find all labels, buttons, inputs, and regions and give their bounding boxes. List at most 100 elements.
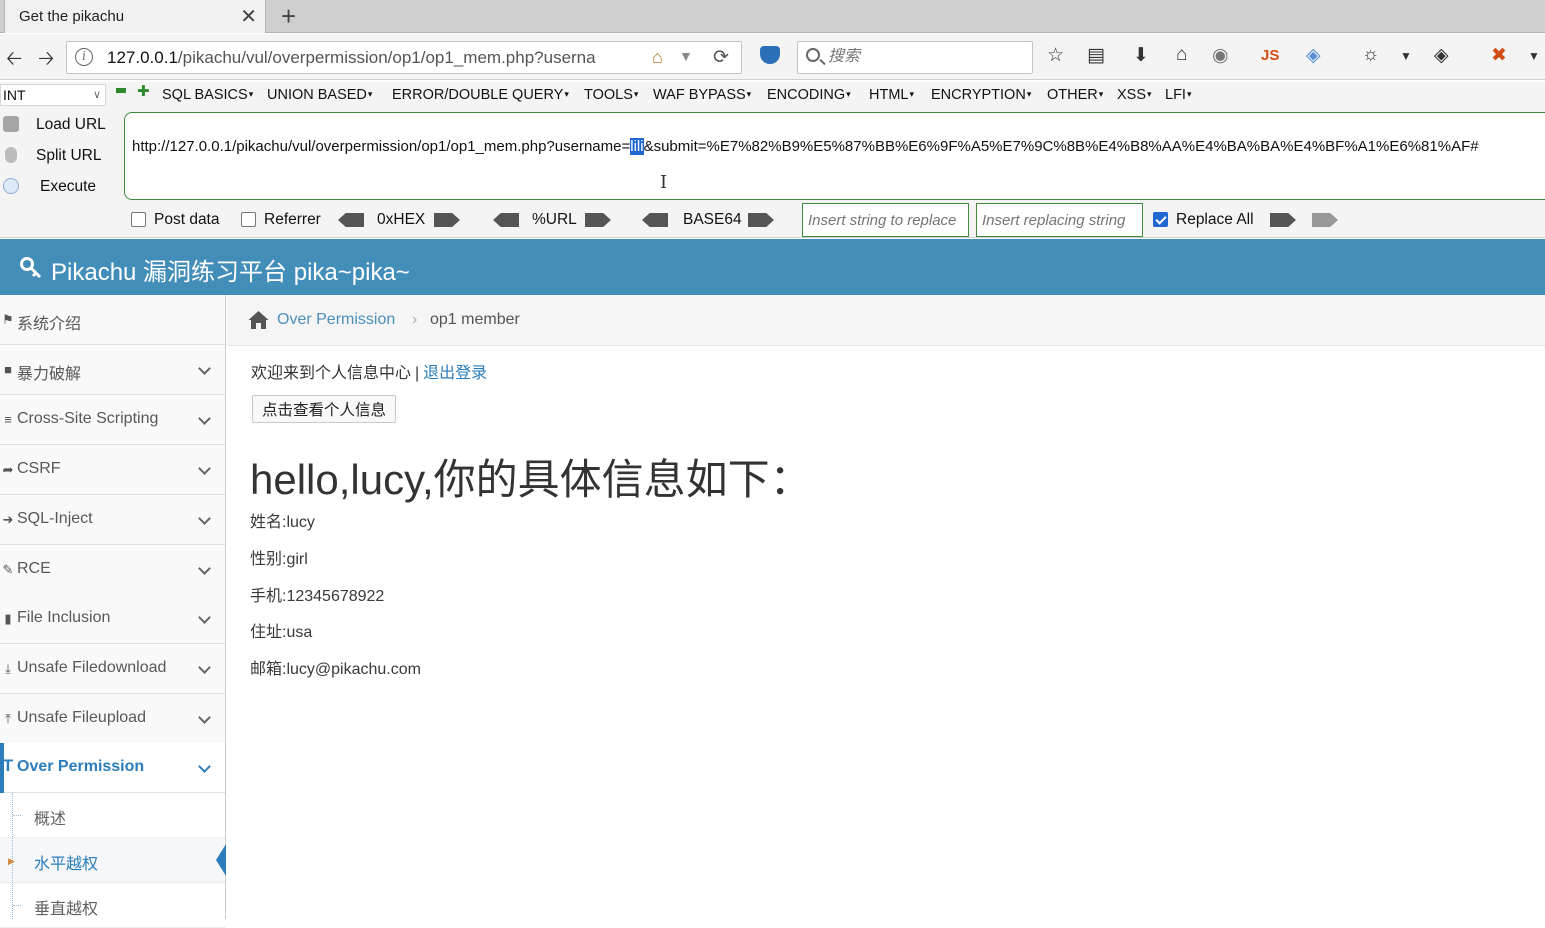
menu-xss[interactable]: XSS	[1117, 87, 1152, 103]
noscript-icon[interactable]: ✖	[1491, 44, 1507, 67]
share-icon: ➦	[2, 462, 14, 477]
info-gender: 性别:girl	[250, 551, 308, 568]
home-icon[interactable]	[248, 310, 269, 330]
view-profile-button[interactable]: 点击查看个人信息	[252, 395, 397, 423]
new-tab-button[interactable]: +	[281, 1, 296, 32]
breadcrumb-separator: ›	[412, 311, 418, 328]
overflow-menu-icon[interactable]: ▼	[1528, 49, 1540, 63]
execute-icon	[3, 178, 19, 194]
chevron-down-icon: ∨	[92, 89, 101, 101]
reload-icon[interactable]: ⟳	[713, 46, 729, 69]
menu-other[interactable]: OTHER	[1047, 87, 1103, 103]
menu-html[interactable]: HTML	[869, 87, 914, 103]
breadcrumb-link[interactable]: Over Permission	[277, 311, 395, 329]
sidebar-item-file-inclusion[interactable]: ▮ File Inclusion	[0, 594, 225, 644]
sidebar-subitem-horizontal[interactable]: 水平越权	[0, 838, 225, 883]
menu-lfi[interactable]: LFI	[1165, 87, 1191, 103]
url-dropdown-icon[interactable]: ▼	[679, 48, 693, 64]
execute-button[interactable]: Execute	[0, 174, 120, 200]
replace-all-label: Replace All	[1176, 211, 1254, 228]
home-bookmark-icon[interactable]: ⌂	[652, 47, 663, 68]
active-indicator	[0, 743, 4, 793]
replace-to-input[interactable]	[976, 203, 1143, 237]
minus-icon[interactable]	[116, 88, 126, 93]
sidebar-item-over-permission[interactable]: T Over Permission	[0, 743, 225, 793]
welcome-separator: |	[415, 365, 420, 382]
replace-from-input[interactable]	[802, 203, 969, 237]
menu-encoding[interactable]: ENCODING	[767, 87, 851, 103]
url-decode-icon[interactable]	[493, 213, 519, 227]
hackbar-url-text[interactable]: http://127.0.0.1/pikachu/vul/overpermiss…	[132, 138, 1479, 155]
referrer-label: Referrer	[264, 211, 321, 228]
replace-run-icon[interactable]	[1270, 213, 1296, 227]
pocket-icon[interactable]	[760, 46, 780, 64]
logout-link[interactable]: 退出登录	[423, 365, 487, 382]
back-arrow-icon[interactable]: 🡠	[6, 44, 22, 78]
sidebar-item-unsafe-fileupload[interactable]: ⤒ Unsafe Fileupload	[0, 694, 225, 744]
sidebar-item-rce[interactable]: ✎ RCE	[0, 545, 225, 595]
chevron-down-icon	[198, 362, 211, 375]
post-data-checkbox[interactable]	[131, 212, 146, 227]
replace-run-all-icon[interactable]	[1312, 213, 1338, 227]
search-box[interactable]	[797, 41, 1033, 74]
hackbar-menu: INT∨ ✚ SQL BASICS UNION BASED ERROR/DOUB…	[0, 82, 1545, 110]
js-icon[interactable]: JS	[1261, 47, 1279, 64]
site-title[interactable]: Pikachu 漏洞练习平台 pika~pika~	[51, 252, 410, 287]
base64-encode-icon[interactable]	[748, 213, 774, 227]
chevron-down-icon	[198, 661, 211, 674]
hex-label: 0xHEX	[377, 211, 426, 228]
file-icon: ▮	[4, 611, 12, 626]
download-icon[interactable]: ⬇	[1133, 44, 1149, 67]
sidebar-subitem-overview[interactable]: 概述	[0, 793, 225, 838]
address-bar-text[interactable]: 127.0.0.1/pikachu/vul/overpermission/op1…	[107, 48, 647, 68]
menu-error-double-query[interactable]: ERROR/DOUBLE QUERY	[392, 87, 569, 103]
welcome-text: 欢迎来到个人信息中心	[251, 365, 412, 382]
post-data-label: Post data	[154, 211, 220, 228]
sidebar-item-xss[interactable]: ≡ Cross-Site Scripting	[0, 395, 225, 445]
site-info-icon[interactable]: i	[75, 48, 93, 66]
base64-decode-icon[interactable]	[642, 213, 668, 227]
sidebar-item-sql-inject[interactable]: ➜ SQL-Inject	[0, 495, 225, 545]
menu-union-based[interactable]: UNION BASED	[267, 87, 372, 103]
bookmark-star-icon[interactable]: ☆	[1047, 44, 1064, 67]
breadcrumb-current: op1 member	[430, 311, 520, 328]
pencil-icon: ✎	[2, 562, 14, 577]
site-header: Pikachu 漏洞练习平台 pika~pika~	[0, 239, 1545, 295]
translate-icon[interactable]: ◈	[1306, 44, 1321, 67]
sidebar-subitem-vertical[interactable]: 垂直越权	[0, 883, 225, 928]
forward-arrow-icon[interactable]: 🡢	[38, 44, 54, 78]
injection-type-select[interactable]: INT ∨	[0, 84, 106, 106]
load-url-icon	[3, 116, 19, 132]
menu-waf-bypass[interactable]: WAF BYPASS	[653, 87, 751, 103]
sidebar-item-unsafe-filedownload[interactable]: ⤓ Unsafe Filedownload	[0, 644, 225, 694]
addon-icon[interactable]: ◈	[1434, 44, 1449, 67]
hex-decode-icon[interactable]	[338, 213, 364, 227]
search-input[interactable]	[828, 48, 1018, 66]
reading-list-icon[interactable]: ▤	[1087, 44, 1105, 67]
menu-encryption[interactable]: ENCRYPTION	[931, 87, 1031, 103]
close-tab-icon[interactable]: ✕	[240, 4, 257, 29]
replace-all-checkbox[interactable]	[1153, 212, 1168, 227]
menu-tools[interactable]: TOOLS	[584, 87, 638, 103]
referrer-checkbox[interactable]	[241, 212, 256, 227]
sidebar-item-csrf[interactable]: ➦ CSRF	[0, 445, 225, 495]
tab-title: Get the pikachu	[19, 8, 125, 25]
plus-icon[interactable]: ✚	[137, 84, 150, 99]
globe-icon[interactable]: ◉	[1212, 44, 1229, 67]
browser-tab[interactable]: Get the pikachu ✕	[4, 0, 266, 33]
url-encoding-label: %URL	[532, 211, 577, 228]
info-address: 住址:usa	[250, 624, 313, 641]
address-bar[interactable]: i 127.0.0.1/pikachu/vul/overpermission/o…	[66, 41, 742, 74]
hackbar-url-textarea[interactable]: http://127.0.0.1/pikachu/vul/overpermiss…	[124, 112, 1545, 200]
sidebar-item-intro[interactable]: ⚑ 系统介绍	[0, 295, 225, 345]
menu-sql-basics[interactable]: SQL BASICS	[162, 87, 253, 103]
load-url-button[interactable]: Load URL	[0, 112, 120, 138]
menu-dropdown-icon[interactable]: ▼	[1400, 49, 1412, 63]
palette-icon[interactable]: ☼	[1362, 44, 1379, 66]
home-icon[interactable]: ⌂	[1176, 44, 1187, 66]
split-url-button[interactable]: Split URL	[0, 143, 120, 169]
sidebar-item-brute-force[interactable]: ■ 暴力破解	[0, 345, 225, 395]
url-encode-icon[interactable]	[585, 213, 611, 227]
hex-encode-icon[interactable]	[434, 213, 460, 227]
download-icon: ⤓	[5, 661, 11, 676]
